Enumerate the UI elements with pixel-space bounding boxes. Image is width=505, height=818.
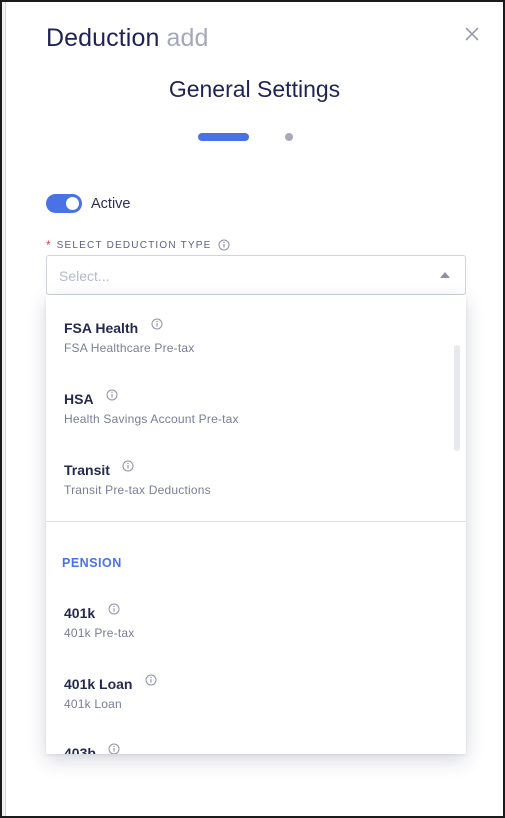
deduction-type-select[interactable]: Select... bbox=[46, 255, 466, 295]
close-icon bbox=[465, 27, 479, 41]
option-name: 401k bbox=[64, 604, 96, 621]
option-name: 403b bbox=[64, 744, 96, 754]
step-indicator bbox=[198, 132, 298, 142]
step-title: General Settings bbox=[168, 76, 341, 102]
option-name: HSA bbox=[64, 390, 94, 407]
panel-title: Deduction add bbox=[46, 24, 209, 53]
option-desc: 401k Pre-tax bbox=[64, 626, 135, 640]
option-desc: 401k Loan bbox=[64, 697, 122, 711]
option-name: Transit bbox=[64, 461, 110, 478]
deduction-type-label-text: SELECT DEDUCTION TYPE bbox=[56, 239, 212, 251]
group-header-pension: PENSION bbox=[62, 556, 122, 570]
info-icon[interactable] bbox=[122, 460, 134, 472]
option-401k-loan[interactable]: 401k Loan 401k Loan bbox=[64, 674, 424, 711]
info-icon[interactable] bbox=[106, 389, 118, 401]
option-transit[interactable]: Transit Transit Pre-tax Deductions bbox=[64, 460, 424, 497]
option-hsa[interactable]: HSA Health Savings Account Pre-tax bbox=[64, 389, 424, 426]
active-toggle[interactable] bbox=[46, 194, 82, 213]
option-403b[interactable]: 403b bbox=[64, 743, 424, 754]
option-401k[interactable]: 401k 401k Pre-tax bbox=[64, 603, 424, 640]
option-desc: FSA Healthcare Pre-tax bbox=[64, 341, 195, 355]
option-name: 401k Loan bbox=[64, 675, 133, 692]
info-icon[interactable] bbox=[108, 743, 120, 754]
toggle-knob bbox=[66, 197, 79, 210]
background-page-edge bbox=[2, 2, 6, 816]
option-desc: Health Savings Account Pre-tax bbox=[64, 412, 239, 426]
option-desc: Transit Pre-tax Deductions bbox=[64, 483, 211, 497]
info-icon[interactable] bbox=[218, 239, 230, 251]
panel-title-sub: add bbox=[166, 24, 209, 52]
deduction-type-dropdown: FSA Health FSA Healthcare Pre-tax HSA He… bbox=[46, 295, 466, 754]
deduction-panel: Deduction add General Settings Active * … bbox=[0, 0, 505, 818]
caret-up-icon bbox=[440, 272, 450, 278]
select-placeholder: Select... bbox=[59, 268, 110, 284]
group-divider bbox=[46, 521, 466, 522]
required-marker: * bbox=[46, 238, 51, 252]
step-2-indicator bbox=[285, 133, 293, 141]
step-1-indicator bbox=[198, 133, 249, 141]
deduction-type-label: * SELECT DEDUCTION TYPE bbox=[46, 238, 230, 252]
option-name: FSA Health bbox=[64, 319, 139, 336]
close-button[interactable] bbox=[460, 22, 484, 46]
info-icon[interactable] bbox=[151, 318, 163, 330]
info-icon[interactable] bbox=[108, 603, 120, 615]
dropdown-scrollbar[interactable] bbox=[454, 345, 460, 451]
active-toggle-label: Active bbox=[91, 196, 131, 212]
option-fsa-health[interactable]: FSA Health FSA Healthcare Pre-tax bbox=[64, 318, 424, 355]
info-icon[interactable] bbox=[145, 674, 157, 686]
panel-title-main: Deduction bbox=[46, 24, 160, 52]
